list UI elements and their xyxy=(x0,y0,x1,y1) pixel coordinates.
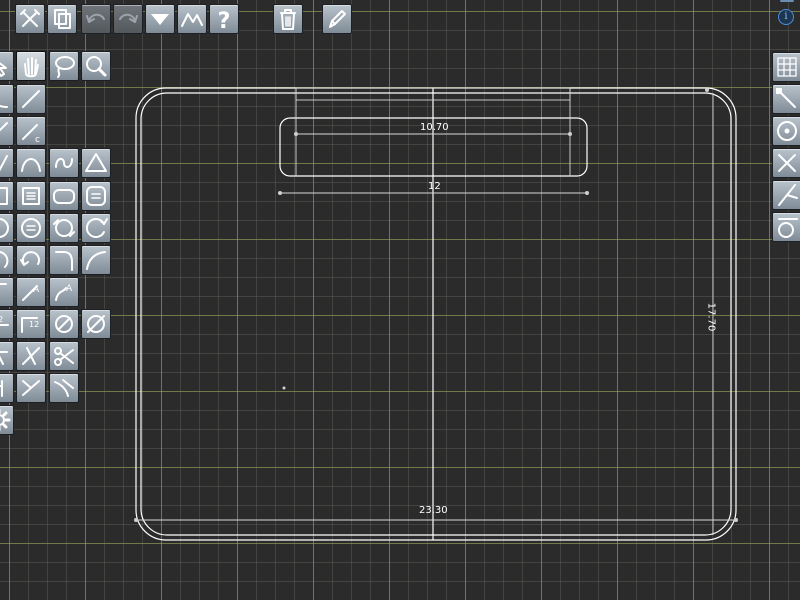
dim-label-overall-height: 17.70 xyxy=(705,302,717,332)
inner-outline[interactable] xyxy=(140,92,732,536)
dim-point xyxy=(705,88,709,92)
dim-point xyxy=(134,518,138,522)
dim-point xyxy=(568,132,572,136)
outer-outline[interactable] xyxy=(135,87,737,541)
dim-point xyxy=(282,386,286,390)
dim-label-slot-length: 10.70 xyxy=(420,122,449,133)
dim-point xyxy=(734,518,738,522)
drawing-canvas[interactable] xyxy=(0,0,800,600)
dim-label-slot-width: 12 xyxy=(428,181,441,192)
dim-label-overall-width: 23.30 xyxy=(419,505,448,516)
dim-point xyxy=(585,191,589,195)
dim-point xyxy=(278,191,282,195)
dim-point xyxy=(294,132,298,136)
